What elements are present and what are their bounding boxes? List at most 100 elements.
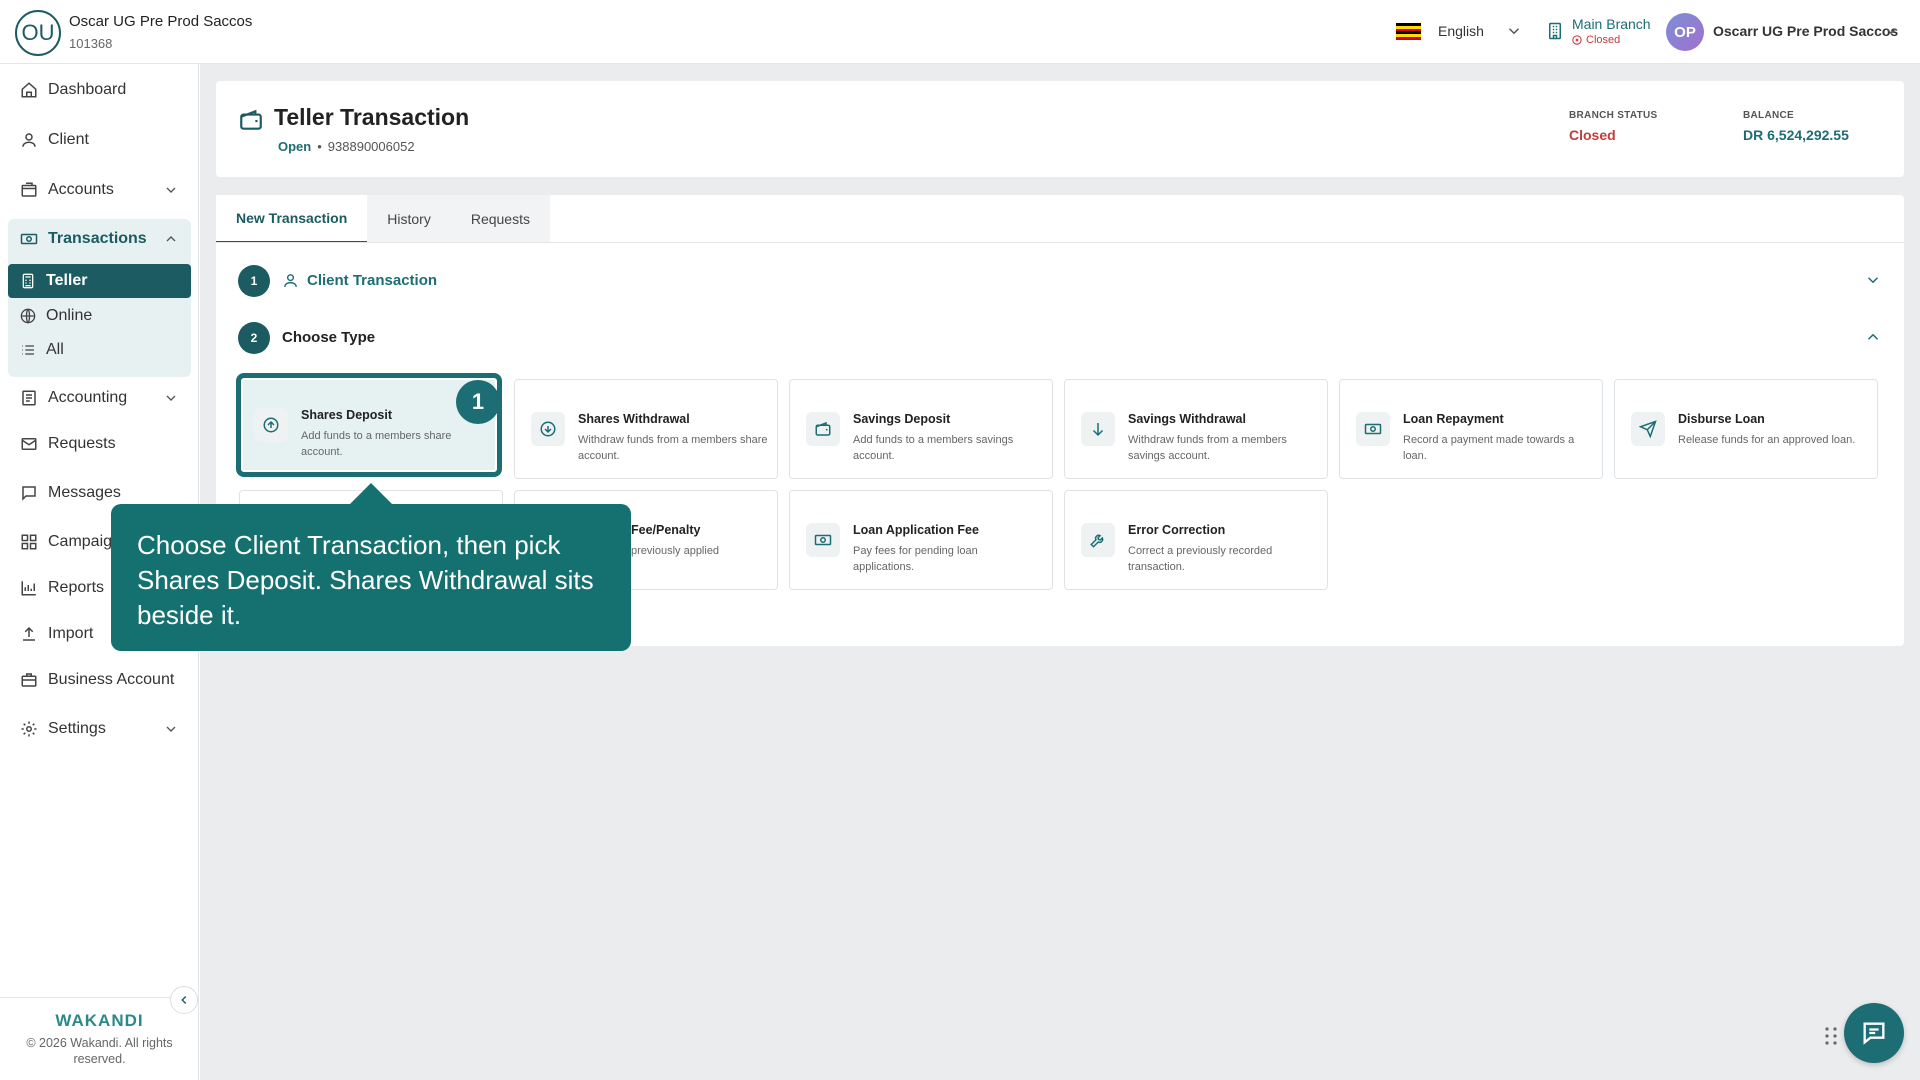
balance-value: DR 6,524,292.55 (1743, 127, 1849, 143)
drag-handle-icon[interactable] (1824, 1026, 1838, 1046)
chevron-down-icon[interactable] (1882, 22, 1900, 40)
teller-account-number: 938890006052 (327, 139, 415, 154)
sidebar-item-label: Client (48, 131, 89, 148)
chevron-down-icon (166, 395, 176, 401)
sidebar-item-settings[interactable]: Settings (8, 710, 191, 748)
step-label: Client Transaction (307, 272, 438, 289)
language-selector[interactable]: English (1438, 23, 1484, 39)
sidebar-item-accounting[interactable]: Accounting (8, 379, 191, 417)
card-loan-application-fee[interactable]: Loan Application Fee Pay fees for pendin… (789, 490, 1053, 590)
upload-icon (23, 626, 35, 641)
chevron-down-icon[interactable] (1864, 271, 1882, 289)
teller-header-card: Teller Transaction Open • 938890006052 B… (216, 81, 1904, 177)
card-disburse-loan[interactable]: Disburse Loan Release funds for an appro… (1614, 379, 1878, 479)
tab-history[interactable]: History (367, 195, 451, 243)
sidebar-item-label: Import (48, 625, 94, 642)
card-description: Correct a previously recorded transactio… (1128, 545, 1273, 573)
branch-status-label: BRANCH STATUS (1569, 110, 1658, 121)
x-circle-icon (1572, 35, 1582, 45)
user-icon (284, 274, 297, 287)
teller-status-line: Open • 938890006052 (278, 139, 415, 154)
chevron-down-icon (166, 726, 176, 732)
wakandi-logo: WAKANDI (55, 1011, 144, 1030)
uganda-flag-icon[interactable] (1396, 23, 1421, 40)
chevron-up-icon (166, 236, 176, 242)
card-loan-repayment[interactable]: Loan Repayment Record a payment made tow… (1339, 379, 1603, 479)
sidebar-item-label: Settings (48, 720, 106, 737)
tab-new-transaction[interactable]: New Transaction (216, 195, 368, 243)
tab-requests[interactable]: Requests (451, 195, 550, 243)
sidebar-subitem-online[interactable]: Online (8, 299, 191, 333)
user-icon (22, 133, 36, 147)
arrow-down-icon (1081, 412, 1115, 446)
globe-icon (20, 308, 36, 324)
bar-chart-icon (21, 581, 36, 596)
sidebar-item-label: Requests (48, 435, 116, 452)
step-label: Choose Type (282, 329, 376, 346)
building-icon (1549, 22, 1561, 40)
branch-status-text: Closed (1586, 34, 1621, 46)
step-choose-type[interactable]: Choose Type (282, 329, 375, 346)
sidebar-item-dashboard[interactable]: Dashboard (8, 71, 191, 109)
user-avatar[interactable]: OP (1666, 13, 1704, 51)
card-description: Record a payment made towards a loan. (1403, 434, 1575, 462)
card-title: Savings Withdrawal (1128, 412, 1246, 426)
chevron-down-icon[interactable] (1505, 22, 1523, 40)
tab-bar: New Transaction History Requests (216, 195, 550, 243)
card-description: Add funds to a members share account. (301, 430, 452, 458)
card-savings-deposit[interactable]: Savings Deposit Add funds to a members s… (789, 379, 1053, 479)
send-icon (1631, 412, 1665, 446)
sidebar-item-label: Dashboard (48, 81, 127, 98)
org-id: 101368 (69, 36, 113, 51)
card-title: Shares Deposit (301, 408, 393, 422)
org-name[interactable]: Oscar UG Pre Prod Saccos (69, 13, 252, 30)
arrow-up-circle-icon (254, 408, 288, 442)
org-avatar[interactable]: OU (15, 10, 61, 56)
sidebar-subitem-teller[interactable]: Teller (8, 264, 191, 298)
card-description: Pay fees for pending loan applications. (853, 545, 978, 573)
step-client-transaction[interactable]: Client Transaction (282, 272, 437, 289)
card-title: Loan Application Fee (853, 523, 979, 537)
card-shares-withdrawal[interactable]: Shares Withdrawal Withdraw funds from a … (514, 379, 778, 479)
collapse-sidebar-button[interactable] (170, 986, 198, 1014)
list-icon (22, 345, 34, 355)
accounts-icon (21, 182, 37, 197)
sidebar-item-label: Reports (48, 579, 105, 596)
card-title: Loan Repayment (1403, 412, 1504, 426)
sidebar-item-label: Accounts (48, 181, 114, 198)
copyright-text: © 2026 Wakandi. All rights reserved. (26, 1036, 173, 1066)
banknote-icon (806, 523, 840, 557)
card-savings-withdrawal[interactable]: Savings Withdrawal Withdraw funds from a… (1064, 379, 1328, 479)
sidebar-item-label: Messages (48, 484, 121, 501)
callout-pointer (349, 483, 393, 505)
chat-icon (22, 486, 36, 501)
tab-divider (216, 242, 1904, 243)
sidebar-item-requests[interactable]: Requests (8, 425, 191, 463)
sidebar-subitem-all[interactable]: All (8, 333, 191, 367)
sidebar-item-client[interactable]: Client (8, 121, 191, 159)
sidebar-subitem-label: Online (46, 307, 93, 324)
chevron-up-icon[interactable] (1864, 328, 1882, 346)
briefcase-icon (21, 673, 37, 687)
gear-icon (21, 721, 37, 737)
calculator-icon (22, 273, 34, 289)
user-name[interactable]: Oscarr UG Pre Prod Saccos (1713, 23, 1898, 39)
sidebar-item-label: Transactions (48, 230, 147, 247)
wallet-icon (806, 412, 840, 446)
sidebar-item-business-account[interactable]: Business Account (8, 661, 191, 699)
card-description: Withdraw funds from a members share acco… (578, 434, 768, 462)
chat-icon (1863, 1022, 1885, 1045)
chat-support-button[interactable] (1844, 1003, 1904, 1063)
branch-status-value: Closed (1569, 127, 1616, 143)
money-icon (20, 233, 38, 245)
sidebar-item-label: Accounting (48, 389, 128, 406)
grid-icon (21, 534, 37, 550)
branch-status: Closed (1572, 34, 1620, 46)
mail-icon (21, 438, 37, 450)
card-error-correction[interactable]: Error Correction Correct a previously re… (1064, 490, 1328, 590)
card-title: Disburse Loan (1678, 412, 1765, 426)
guide-callout: Choose Client Transaction, then pick Sha… (111, 504, 631, 651)
sidebar-item-transactions[interactable]: Transactions (8, 219, 191, 259)
sidebar-item-accounts[interactable]: Accounts (8, 171, 191, 209)
branch-selector[interactable]: Main Branch (1572, 16, 1651, 32)
